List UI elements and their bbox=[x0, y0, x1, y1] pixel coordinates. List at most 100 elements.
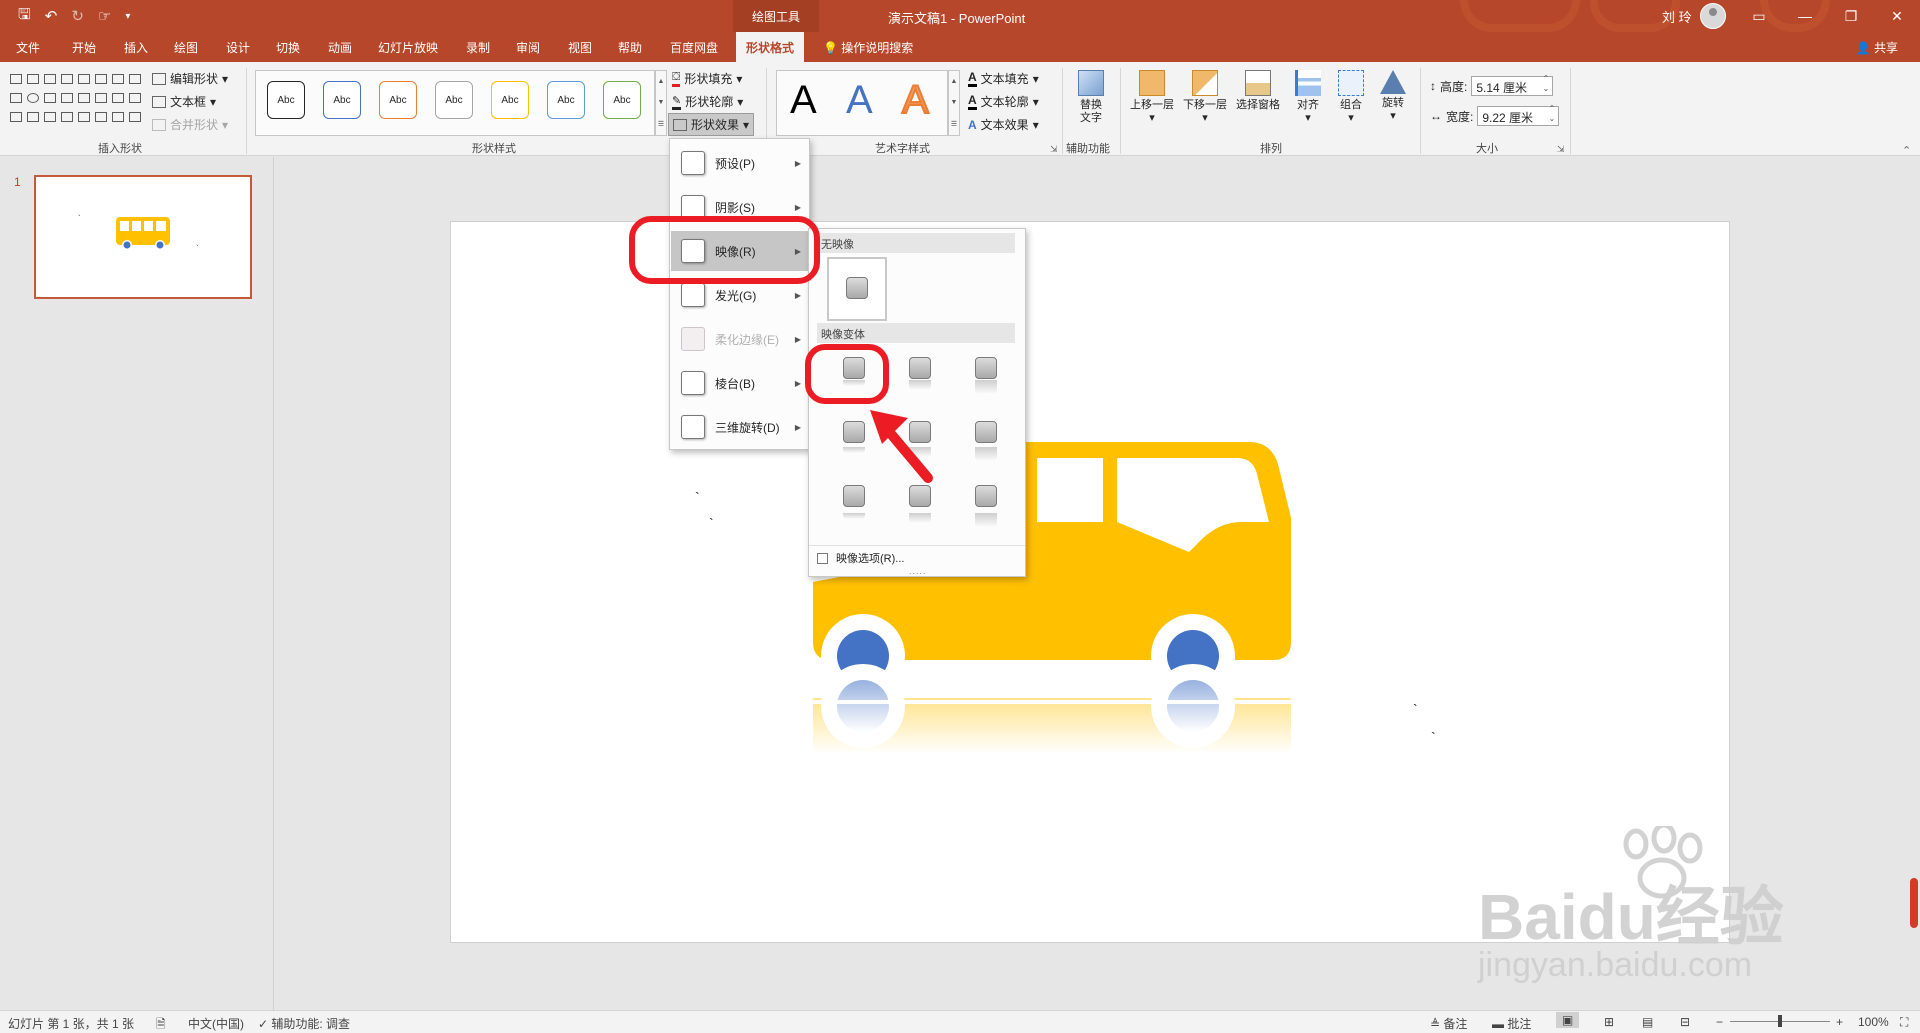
tab-animations[interactable]: 动画 bbox=[328, 39, 352, 56]
tell-me-search[interactable]: 💡 操作说明搜索 bbox=[823, 39, 913, 56]
tab-shape-format[interactable]: 形状格式 bbox=[736, 32, 805, 62]
gallery-expand-icon[interactable]: ☰ bbox=[951, 120, 957, 128]
shape-icon[interactable] bbox=[78, 112, 90, 122]
redo-icon[interactable]: ↻ bbox=[71, 7, 84, 25]
shape-effects-button[interactable]: 形状效果 ▾ bbox=[668, 113, 755, 136]
chevron-up-icon[interactable]: ▲ bbox=[658, 78, 665, 85]
save-icon[interactable]: 🖫 bbox=[18, 4, 31, 29]
avatar[interactable] bbox=[1700, 3, 1726, 29]
reflection-variant[interactable] bbox=[957, 475, 1013, 531]
wordart-style-orange[interactable]: A bbox=[901, 77, 930, 123]
zoom-level[interactable]: 100% bbox=[1858, 1015, 1889, 1029]
shape-icon[interactable] bbox=[10, 112, 22, 122]
accessibility-status[interactable]: ✓ 辅助功能: 调查 bbox=[258, 1015, 350, 1032]
width-input[interactable]: 9.22 厘米 bbox=[1477, 104, 1560, 126]
shape-icon[interactable] bbox=[78, 74, 90, 84]
merge-shapes-button[interactable]: 合并形状 ▾ bbox=[152, 116, 228, 133]
wordart-style-black[interactable]: A bbox=[790, 78, 817, 123]
user-name[interactable]: 刘 玲 bbox=[1662, 7, 1692, 26]
shape-style-preset[interactable]: Abc bbox=[491, 81, 529, 119]
shape-fill-button[interactable]: ⛋ 形状填充 ▾ bbox=[672, 70, 742, 87]
shape-style-preset[interactable]: Abc bbox=[435, 81, 473, 119]
shape-icon[interactable] bbox=[27, 93, 39, 103]
slide-sorter-icon[interactable]: ⊞ bbox=[1604, 1015, 1614, 1029]
menu-item-preset[interactable]: 预设(P) ▶ bbox=[671, 143, 809, 183]
reflection-variant[interactable] bbox=[957, 411, 1013, 467]
shape-style-preset[interactable]: Abc bbox=[323, 81, 361, 119]
language-indicator[interactable]: 中文(中国) bbox=[188, 1015, 244, 1032]
ribbon-display-options-icon[interactable]: ▭ bbox=[1736, 0, 1782, 32]
scrollbar-thumb[interactable] bbox=[1910, 878, 1918, 928]
tab-record[interactable]: 录制 bbox=[466, 39, 490, 56]
notes-button[interactable]: ≜ 备注 bbox=[1430, 1015, 1467, 1032]
text-box-button[interactable]: 文本框 ▾ bbox=[152, 93, 216, 110]
shape-style-preset[interactable]: Abc bbox=[547, 81, 585, 119]
fit-slide-icon[interactable]: ⛶ bbox=[1900, 1015, 1908, 1030]
zoom-out-button[interactable]: − bbox=[1716, 1015, 1723, 1029]
shape-icon[interactable] bbox=[44, 74, 56, 84]
shape-icon[interactable] bbox=[129, 112, 141, 122]
shape-style-preset[interactable]: Abc bbox=[603, 81, 641, 119]
rotate-button[interactable]: 旋转 ▾ bbox=[1368, 70, 1418, 123]
shape-icon[interactable] bbox=[61, 74, 73, 84]
slideshow-icon[interactable]: ⊟ bbox=[1680, 1015, 1690, 1029]
text-outline-button[interactable]: A 文本轮廓 ▾ bbox=[968, 93, 1039, 110]
gallery-scroll-buttons[interactable]: ▲ ▼ ☰ bbox=[655, 70, 667, 136]
minimize-button[interactable]: — bbox=[1782, 0, 1828, 32]
menu-item-3d-rotation[interactable]: 三维旋转(D) ▶ bbox=[671, 407, 809, 447]
shape-style-preset[interactable]: Abc bbox=[379, 81, 417, 119]
chevron-up-icon[interactable]: ▲ bbox=[951, 78, 958, 85]
tab-transitions[interactable]: 切换 bbox=[276, 39, 300, 56]
tab-home[interactable]: 开始 bbox=[72, 39, 96, 56]
shape-icon[interactable] bbox=[10, 74, 22, 84]
shape-icon[interactable] bbox=[27, 112, 39, 122]
reflection-variant[interactable] bbox=[891, 347, 947, 403]
tab-draw[interactable]: 绘图 bbox=[174, 39, 198, 56]
chevron-down-icon[interactable]: ▼ bbox=[658, 99, 665, 106]
shape-icon[interactable] bbox=[10, 93, 22, 103]
shape-icon[interactable] bbox=[112, 112, 124, 122]
shape-icon[interactable] bbox=[44, 93, 56, 103]
slide-canvas[interactable]: ` ` ` ` bbox=[450, 221, 1730, 943]
wordart-scroll-buttons[interactable]: ▲ ▼ ☰ bbox=[948, 70, 960, 136]
tab-file[interactable]: 文件 bbox=[16, 39, 40, 56]
shape-icon[interactable] bbox=[61, 93, 73, 103]
shape-icon[interactable] bbox=[27, 74, 39, 84]
shape-icon[interactable] bbox=[112, 74, 124, 84]
shape-icon[interactable] bbox=[129, 93, 141, 103]
undo-icon[interactable]: ↶ bbox=[45, 7, 58, 25]
shapes-gallery[interactable] bbox=[10, 70, 141, 132]
send-backward-button[interactable]: 下移一层 ▾ bbox=[1180, 70, 1230, 125]
shape-icon[interactable] bbox=[95, 74, 107, 84]
tab-help[interactable]: 帮助 bbox=[618, 39, 642, 56]
shape-style-preset[interactable]: Abc bbox=[267, 81, 305, 119]
selection-pane-button[interactable]: 选择窗格 bbox=[1233, 70, 1283, 112]
zoom-slider-thumb[interactable] bbox=[1778, 1015, 1782, 1027]
tab-view[interactable]: 视图 bbox=[568, 39, 592, 56]
tab-review[interactable]: 审阅 bbox=[516, 39, 540, 56]
shape-icon[interactable] bbox=[78, 93, 90, 103]
share-button[interactable]: 👤 共享 bbox=[1856, 39, 1898, 56]
shape-icon[interactable] bbox=[61, 112, 73, 122]
dialog-launcher-icon[interactable]: ⇲ bbox=[1557, 144, 1565, 155]
collapse-ribbon-icon[interactable]: ⌃ bbox=[1902, 144, 1911, 157]
slide-thumbnail[interactable]: ` ` bbox=[34, 175, 252, 299]
shape-outline-button[interactable]: ✎ 形状轮廓 ▾ bbox=[672, 93, 743, 110]
edit-shape-button[interactable]: 编辑形状 ▾ bbox=[152, 70, 228, 87]
spell-check-icon[interactable]: 🗎 bbox=[156, 1015, 166, 1033]
shape-icon[interactable] bbox=[129, 74, 141, 84]
tab-baidu-netdisk[interactable]: 百度网盘 bbox=[670, 39, 718, 56]
close-button[interactable]: ✕ bbox=[1874, 0, 1920, 32]
restore-button[interactable]: ❐ bbox=[1828, 0, 1874, 32]
shape-icon[interactable] bbox=[44, 112, 56, 122]
tab-insert[interactable]: 插入 bbox=[124, 39, 148, 56]
height-input[interactable]: 5.14 厘米 bbox=[1471, 74, 1554, 96]
bring-forward-button[interactable]: 上移一层 ▾ bbox=[1127, 70, 1177, 125]
tab-design[interactable]: 设计 bbox=[226, 39, 250, 56]
resize-grip[interactable]: ..... bbox=[909, 566, 927, 576]
dialog-launcher-icon[interactable]: ⇲ bbox=[1050, 144, 1058, 155]
customize-qat-icon[interactable]: ▾ bbox=[125, 11, 130, 22]
shape-icon[interactable] bbox=[95, 93, 107, 103]
text-fill-button[interactable]: A 文本填充 ▾ bbox=[968, 70, 1039, 87]
reflection-options-item[interactable]: 映像选项(R)... bbox=[817, 550, 904, 566]
